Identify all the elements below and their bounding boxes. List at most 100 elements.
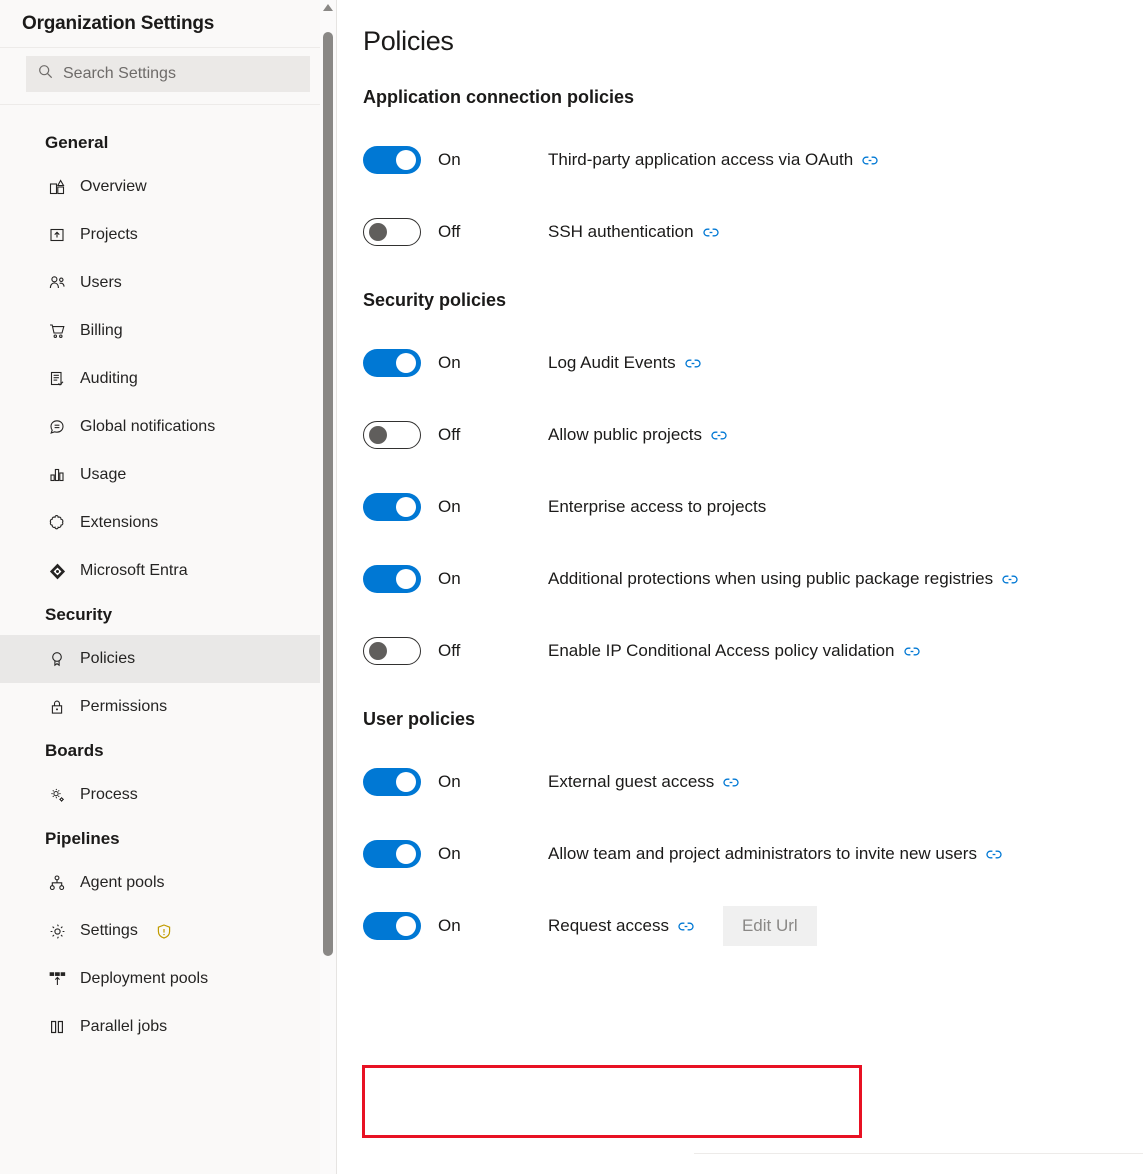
sidebar-item-label: Process bbox=[80, 786, 138, 803]
toggle-state-label: On bbox=[438, 150, 461, 169]
policy-row: On Third-party application access via OA… bbox=[363, 124, 1143, 196]
sidebar-item-process[interactable]: Process bbox=[0, 771, 336, 819]
policy-label: Request access bbox=[548, 916, 669, 935]
sidebar-header: Organization Settings bbox=[0, 0, 336, 48]
search-settings-box[interactable]: Search Settings bbox=[26, 56, 310, 92]
toggle-external-guest-access[interactable] bbox=[363, 768, 421, 796]
toggle-state-label: Off bbox=[438, 222, 461, 241]
toggle-state-label: Off bbox=[438, 641, 461, 660]
toggle-state-label: On bbox=[438, 353, 461, 372]
policy-row: On Log Audit Events bbox=[363, 327, 1143, 399]
policy-label-wrap: Additional protections when using public… bbox=[548, 569, 1018, 589]
policy-label-wrap: Request access Edit Url bbox=[548, 906, 817, 946]
sidebar-item-users[interactable]: Users bbox=[0, 259, 336, 307]
link-icon[interactable] bbox=[862, 155, 878, 166]
sidebar-item-label: Projects bbox=[80, 226, 138, 243]
link-icon[interactable] bbox=[711, 430, 727, 441]
toggle-log-audit-events[interactable] bbox=[363, 349, 421, 377]
link-icon[interactable] bbox=[903, 646, 920, 657]
sidebar-item-permissions[interactable]: Permissions bbox=[0, 683, 336, 731]
policy-label-wrap: External guest access bbox=[548, 772, 739, 792]
sidebar-item-label: Deployment pools bbox=[80, 970, 209, 987]
sidebar-item-overview[interactable]: Overview bbox=[0, 163, 336, 211]
toggle-request-access[interactable] bbox=[363, 912, 421, 940]
policy-row: On External guest access bbox=[363, 746, 1143, 818]
sidebar-scrollbar[interactable] bbox=[320, 0, 336, 1174]
link-icon[interactable] bbox=[1002, 574, 1018, 585]
policy-row: Off SSH authentication bbox=[363, 196, 1143, 268]
toggle-knob bbox=[396, 772, 416, 792]
toggle-knob bbox=[396, 150, 416, 170]
warning-shield-icon bbox=[157, 923, 171, 939]
microsoft-entra-icon bbox=[48, 562, 66, 580]
policies-ribbon-icon bbox=[48, 650, 66, 668]
sidebar-item-usage[interactable]: Usage bbox=[0, 451, 336, 499]
toggle-ssh-authentication[interactable] bbox=[363, 218, 421, 246]
toggle-allow-public-projects[interactable] bbox=[363, 421, 421, 449]
toggle-third-party-oauth[interactable] bbox=[363, 146, 421, 174]
toggle-ip-conditional-access[interactable] bbox=[363, 637, 421, 665]
link-icon[interactable] bbox=[678, 921, 694, 932]
bottom-divider bbox=[694, 1153, 1143, 1154]
section-title: Application connection policies bbox=[363, 87, 635, 107]
scroll-up-arrow-icon[interactable] bbox=[323, 4, 333, 11]
link-icon[interactable] bbox=[685, 358, 701, 369]
policy-label: Allow team and project administrators to… bbox=[548, 844, 977, 863]
toggle-knob bbox=[396, 844, 416, 864]
policy-row: Off Enable IP Conditional Access policy … bbox=[363, 615, 1143, 687]
policy-label: Enterprise access to projects bbox=[548, 497, 767, 516]
sidebar-item-extensions[interactable]: Extensions bbox=[0, 499, 336, 547]
toggle-knob bbox=[369, 642, 387, 660]
sidebar-item-label: Agent pools bbox=[80, 874, 165, 891]
toggle-enterprise-access-to-projects[interactable] bbox=[363, 493, 421, 521]
sidebar-item-label: Global notifications bbox=[80, 418, 216, 435]
sidebar-item-global-notifications[interactable]: Global notifications bbox=[0, 403, 336, 451]
edit-url-button[interactable]: Edit Url bbox=[722, 906, 817, 946]
sidebar-item-label: Parallel jobs bbox=[80, 1018, 168, 1035]
page-title: Policies bbox=[363, 26, 454, 56]
toggle-state-label: On bbox=[438, 844, 461, 863]
search-icon bbox=[38, 64, 53, 84]
search-input-placeholder[interactable]: Search Settings bbox=[63, 65, 176, 83]
extensions-puzzle-icon bbox=[48, 514, 66, 532]
section-title: User policies bbox=[363, 709, 476, 729]
policy-row: Off Allow public projects bbox=[363, 399, 1143, 471]
scrollbar-thumb[interactable] bbox=[323, 32, 333, 956]
overview-icon bbox=[48, 178, 66, 196]
toggle-additional-protections-package-registries[interactable] bbox=[363, 565, 421, 593]
link-icon[interactable] bbox=[986, 849, 1002, 860]
nav-group-security-title: Security bbox=[45, 605, 113, 624]
toggle-state-label: Off bbox=[438, 425, 461, 444]
sidebar-nav: General Overview Projects Users Billing … bbox=[0, 105, 336, 1051]
nav-group-pipelines-title: Pipelines bbox=[45, 829, 120, 848]
sidebar-item-deployment-pools[interactable]: Deployment pools bbox=[0, 955, 336, 1003]
sidebar-item-policies[interactable]: Policies bbox=[0, 635, 336, 683]
policy-row-request-access: On Request access Edit Url bbox=[363, 890, 1143, 962]
sidebar-item-auditing[interactable]: Auditing bbox=[0, 355, 336, 403]
sidebar-item-microsoft-entra[interactable]: Microsoft Entra bbox=[0, 547, 336, 595]
sidebar-item-settings[interactable]: Settings bbox=[0, 907, 336, 955]
policy-label-wrap: Third-party application access via OAuth bbox=[548, 150, 878, 170]
billing-cart-icon bbox=[48, 322, 66, 340]
policy-row: On Allow team and project administrators… bbox=[363, 818, 1143, 890]
settings-gear-icon bbox=[48, 922, 66, 940]
sidebar-item-billing[interactable]: Billing bbox=[0, 307, 336, 355]
toggle-knob bbox=[396, 916, 416, 936]
sidebar-item-label: Auditing bbox=[80, 370, 138, 387]
link-icon[interactable] bbox=[723, 777, 739, 788]
policy-label-wrap: Enable IP Conditional Access policy vali… bbox=[548, 641, 920, 661]
sidebar-item-parallel-jobs[interactable]: Parallel jobs bbox=[0, 1003, 336, 1051]
toggle-allow-admins-invite-users[interactable] bbox=[363, 840, 421, 868]
link-icon[interactable] bbox=[702, 227, 719, 238]
toggle-knob bbox=[369, 426, 387, 444]
permissions-lock-icon bbox=[48, 698, 66, 716]
sidebar-item-agent-pools[interactable]: Agent pools bbox=[0, 859, 336, 907]
policy-label: SSH authentication bbox=[548, 222, 694, 241]
policy-label-wrap: Enterprise access to projects bbox=[548, 497, 766, 517]
sidebar-item-label: Policies bbox=[80, 650, 136, 667]
deployment-pools-icon bbox=[48, 970, 66, 988]
section-security-policies: Security policies On Log Audit Events Of… bbox=[363, 290, 1143, 687]
sidebar-item-projects[interactable]: Projects bbox=[0, 211, 336, 259]
notifications-icon bbox=[48, 418, 66, 436]
policy-label: Third-party application access via OAuth bbox=[548, 150, 854, 169]
